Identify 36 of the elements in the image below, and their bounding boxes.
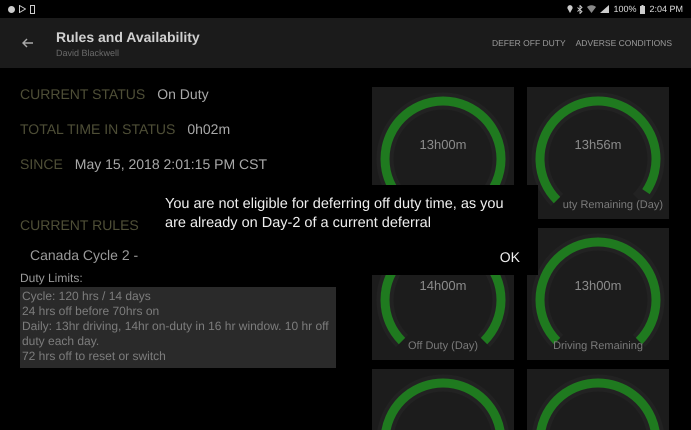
screen-title: Rules and Availability <box>56 28 201 44</box>
phone-icon <box>30 4 35 14</box>
battery-icon <box>640 4 646 14</box>
field-value: 0h02m <box>187 121 230 137</box>
field-label: TOTAL TIME IN STATUS <box>20 121 176 137</box>
gauge-label: Off Duty (Day) <box>408 340 478 352</box>
toolbar-action[interactable]: DEFER OFF DUTY <box>486 34 571 52</box>
gauge-value: 13h00m <box>420 137 466 152</box>
notification-icon <box>8 6 15 12</box>
clock: 2:04 PM <box>649 4 683 14</box>
dialog-message: You are not eligible for deferring off duty time, as you are already on Day-2 of a current deferral <box>165 195 505 233</box>
ok-button[interactable]: OK <box>496 247 524 267</box>
gauge-value: 13h00m <box>574 278 622 293</box>
field-value: On Duty <box>157 86 209 102</box>
field-value: May 15, 2018 2:01:15 PM CST <box>74 156 268 172</box>
duty-limit-line: 24 hrs off before 70hrs on <box>22 304 160 319</box>
location-icon <box>567 5 574 13</box>
driver-name: David Blackwell <box>56 48 120 58</box>
back-arrow-icon[interactable] <box>22 38 34 48</box>
gauge-value: 14h00m <box>420 278 466 293</box>
gauge-label: Driving Remaining <box>553 340 643 352</box>
field-label: CURRENT STATUS <box>20 86 146 102</box>
section-label: Duty Limits: <box>20 271 84 285</box>
signal-icon <box>600 5 610 13</box>
gauge-value: 13h56m <box>574 137 622 152</box>
duty-limit-line: Daily: 13hr driving, 14hr on-duty in 16 hr window. 10 hr off duty each day. <box>22 319 330 349</box>
battery-percent: 100% <box>613 4 636 14</box>
play-icon <box>19 5 26 13</box>
gauge-label: uty Remaining (Day) <box>562 199 663 211</box>
duty-limit-line: 72 hrs off to reset or switch <box>22 349 167 364</box>
wifi-icon <box>587 5 596 13</box>
section-label: CURRENT RULES <box>20 217 139 233</box>
field-label: SINCE <box>20 156 63 172</box>
toolbar-action[interactable]: ADVERSE CONDITIONS <box>570 34 677 52</box>
bluetooth-icon <box>577 4 584 14</box>
duty-limit-line: Cycle: 120 hrs / 14 days <box>22 289 152 304</box>
